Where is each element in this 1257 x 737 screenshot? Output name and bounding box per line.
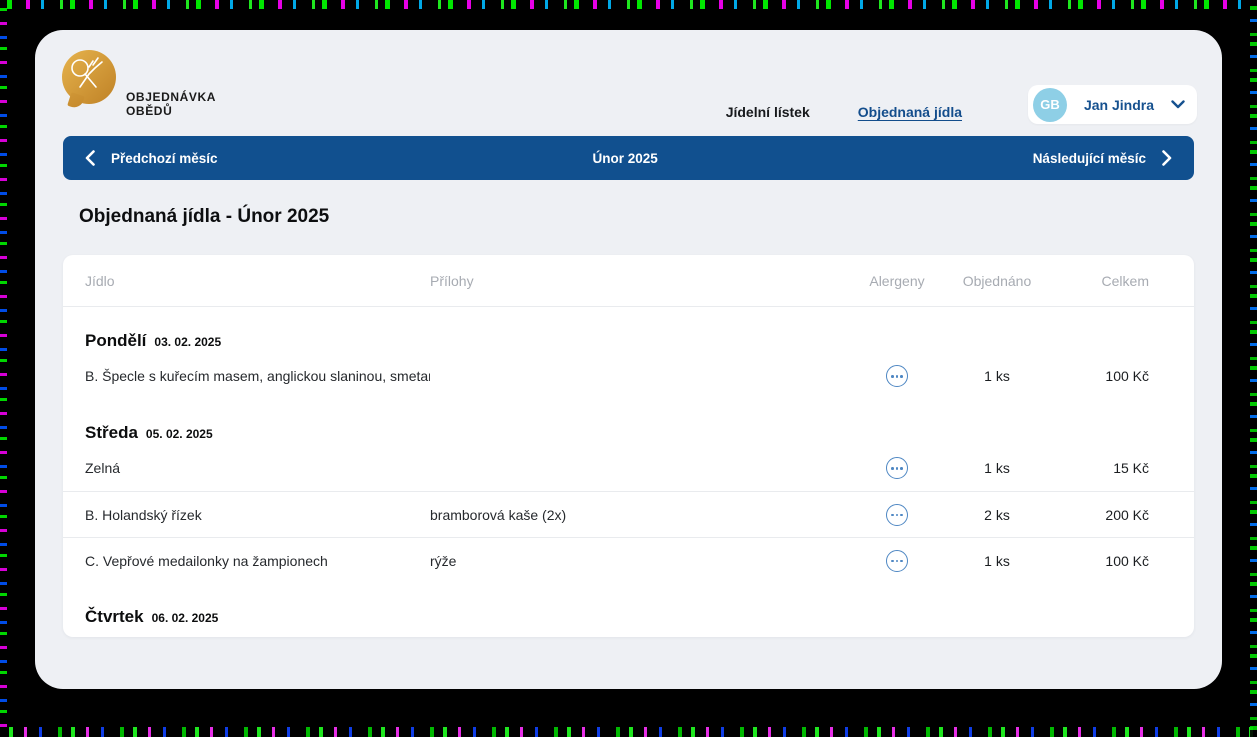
day-name: Pondělí — [85, 331, 146, 351]
meal-row: Zelná 1 ks15 Kč — [63, 445, 1194, 491]
current-month-label: Únor 2025 — [218, 151, 1033, 166]
next-month-button[interactable]: Následující měsíc — [1033, 150, 1172, 166]
day-section: Čtvrtek 06. 02. 2025 — [63, 583, 1194, 637]
meal-sides: bramborová kaše (2x) — [430, 507, 857, 523]
meal-name: B. Špecle s kuřecím masem, anglickou sla… — [85, 368, 430, 384]
day-name: Středa — [85, 423, 138, 443]
table-header-row: Jídlo Přílohy Alergeny Objednáno Celkem — [63, 255, 1194, 307]
app-window: OBJEDNÁVKA OBĚDŮ Jídelní lístek Objednan… — [35, 30, 1222, 689]
brand-line-2: OBĚDŮ — [126, 104, 216, 118]
allergens-ellipsis-button[interactable] — [886, 504, 908, 526]
chevron-right-icon — [1162, 150, 1172, 166]
total-price: 200 Kč — [1057, 507, 1149, 523]
total-price: 100 Kč — [1057, 553, 1149, 569]
total-price: 100 Kč — [1057, 368, 1149, 384]
meal-name: B. Holandský řízek — [85, 507, 430, 523]
day-date: 06. 02. 2025 — [152, 611, 219, 625]
day-date: 05. 02. 2025 — [146, 427, 213, 441]
user-name: Jan Jindra — [1067, 97, 1171, 113]
previous-month-button[interactable]: Předchozí měsíc — [85, 150, 218, 166]
brand-logo: OBJEDNÁVKA OBĚDŮ — [62, 48, 262, 128]
meal-rows: Zelná1 ks15 KčB. Holandský řízekbramboro… — [63, 445, 1194, 583]
month-navigation-bar: Předchozí měsíc Únor 2025 Následující mě… — [63, 136, 1194, 180]
meal-sides: rýže — [430, 553, 857, 569]
nav-item-menu[interactable]: Jídelní lístek — [726, 104, 810, 120]
allergens-ellipsis-button[interactable] — [886, 550, 908, 572]
page-title: Objednaná jídla - Únor 2025 — [79, 206, 329, 228]
brand-name: OBJEDNÁVKA OBĚDŮ — [126, 90, 216, 118]
meal-row: B. Špecle s kuřecím masem, anglickou sla… — [63, 353, 1194, 399]
allergens-ellipsis-button[interactable] — [886, 457, 908, 479]
column-header-sides: Přílohy — [430, 273, 857, 289]
meal-name: Zelná — [85, 460, 430, 476]
chevron-left-icon — [85, 150, 95, 166]
day-date: 03. 02. 2025 — [154, 335, 221, 349]
column-header-ordered: Objednáno — [937, 273, 1057, 289]
column-header-total: Celkem — [1057, 273, 1149, 289]
ellipsis-icon — [886, 550, 908, 572]
column-header-allergens: Alergeny — [857, 273, 937, 289]
main-nav: Jídelní lístek Objednaná jídla — [726, 104, 962, 120]
day-section: Středa05. 02. 2025Zelná1 ks15 KčB. Holan… — [63, 399, 1194, 583]
ordered-meals-table: Jídlo Přílohy Alergeny Objednáno Celkem … — [63, 255, 1194, 637]
allergens-ellipsis-button[interactable] — [886, 365, 908, 387]
meal-row — [63, 629, 1194, 637]
meal-name: C. Vepřové medailonky na žampionech — [85, 553, 430, 569]
day-heading: Středa 05. 02. 2025 — [63, 399, 1194, 443]
ordered-quantity: 1 ks — [937, 460, 1057, 476]
user-menu[interactable]: GB Jan Jindra — [1028, 85, 1197, 124]
column-header-meal: Jídlo — [85, 273, 430, 289]
brand-line-1: OBJEDNÁVKA — [126, 90, 216, 104]
ordered-quantity: 1 ks — [937, 553, 1057, 569]
top-bar: OBJEDNÁVKA OBĚDŮ Jídelní lístek Objednan… — [35, 30, 1222, 136]
total-price: 15 Kč — [1057, 460, 1149, 476]
glitch-artifact-bottom — [0, 727, 1257, 737]
spoon-fork-logo-icon — [62, 50, 116, 104]
day-heading: Pondělí 03. 02. 2025 — [63, 307, 1194, 351]
ordered-quantity: 1 ks — [937, 368, 1057, 384]
table-body: Pondělí 03. 02. 2025 B. Špecle s kuřecím m… — [63, 307, 1194, 637]
glitch-artifact-top — [0, 0, 1257, 9]
day-section: Pondělí 03. 02. 2025 B. Špecle s kuřecím m… — [63, 307, 1194, 399]
ellipsis-icon — [886, 504, 908, 526]
nav-item-ordered-meals[interactable]: Objednaná jídla — [858, 104, 962, 120]
ordered-quantity: 2 ks — [937, 507, 1057, 523]
glitch-artifact-left — [0, 0, 7, 737]
meal-rows: B. Špecle s kuřecím masem, anglickou sla… — [63, 353, 1194, 399]
ellipsis-icon — [886, 457, 908, 479]
avatar: GB — [1033, 88, 1067, 122]
next-month-label: Následující měsíc — [1033, 151, 1146, 166]
day-name: Čtvrtek — [85, 607, 144, 627]
glitch-artifact-right — [1250, 0, 1257, 737]
meal-rows — [63, 629, 1194, 637]
chevron-down-icon — [1171, 100, 1185, 109]
meal-row: C. Vepřové medailonky na žampionechrýže 1… — [63, 537, 1194, 583]
previous-month-label: Předchozí měsíc — [111, 151, 218, 166]
ellipsis-icon — [886, 365, 908, 387]
meal-row: B. Holandský řízekbramborová kaše (2x) 2 … — [63, 491, 1194, 537]
day-heading: Čtvrtek 06. 02. 2025 — [63, 583, 1194, 627]
